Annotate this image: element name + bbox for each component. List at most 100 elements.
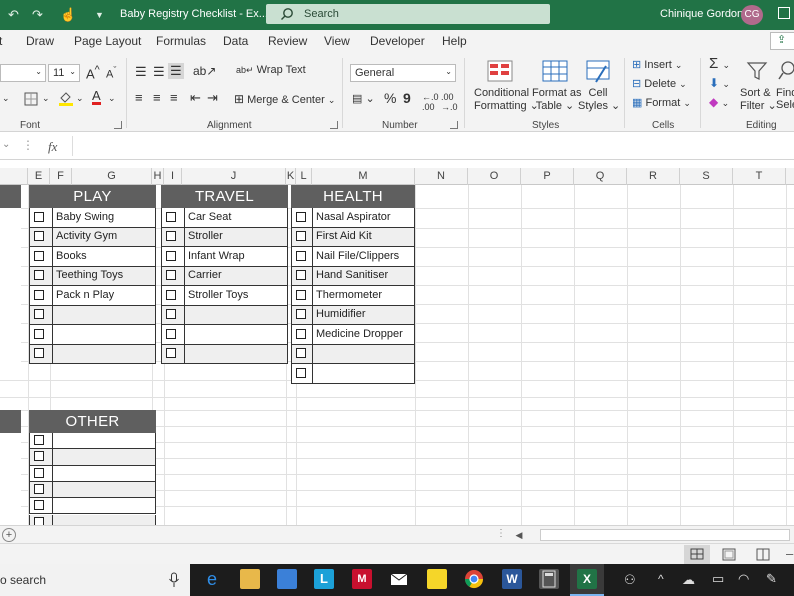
touch-mode-icon[interactable]: ☝ [60, 7, 76, 23]
insert-cells-button[interactable]: ⊞ Insert ⌄ [632, 58, 682, 71]
checkbox[interactable] [166, 211, 176, 222]
checklist-row[interactable]: First Aid Kit [291, 227, 415, 247]
checkbox[interactable] [34, 500, 44, 511]
checkbox[interactable] [34, 467, 44, 478]
column-header-l[interactable]: L [296, 168, 312, 185]
page-break-preview-icon[interactable] [756, 548, 770, 561]
checklist-row[interactable]: Pack n Play [29, 286, 156, 306]
percent-style-icon[interactable]: % [384, 90, 396, 106]
more-options-icon[interactable]: ⋮ [22, 138, 34, 152]
tab-split-handle[interactable]: ⋮ [496, 528, 506, 542]
tab-draw[interactable]: Draw [26, 34, 54, 48]
column-header-n[interactable]: N [415, 168, 468, 185]
underline-dropdown-icon[interactable]: ⌄ [2, 93, 10, 104]
redo-icon[interactable]: ↷ [32, 7, 43, 23]
zoom-out-icon[interactable]: – [786, 546, 793, 561]
chrome-icon[interactable] [464, 569, 484, 589]
column-header-p[interactable]: P [521, 168, 574, 185]
conditional-formatting-button[interactable]: Conditional Formatting ⌄ [474, 87, 539, 112]
font-size-select[interactable]: 11 ⌄ [48, 64, 80, 82]
increase-indent-icon[interactable]: ⇥ [207, 90, 218, 106]
middle-align-icon[interactable]: ☰ [153, 64, 165, 80]
scroll-left-icon[interactable]: ◀ [512, 528, 526, 542]
checkbox[interactable] [296, 328, 306, 339]
checklist-row[interactable]: Teething Toys [29, 266, 156, 286]
edge-icon[interactable]: e [202, 569, 222, 589]
checkbox[interactable] [296, 211, 306, 222]
checklist-row[interactable] [29, 449, 156, 466]
align-center-icon[interactable]: ≡ [153, 90, 161, 105]
top-align-icon[interactable]: ☰ [135, 64, 147, 80]
checkbox[interactable] [34, 289, 44, 300]
checklist-row[interactable] [29, 305, 156, 325]
tab-review[interactable]: Review [268, 34, 307, 48]
borders-dropdown-icon[interactable]: ⌄ [42, 93, 50, 104]
checkbox[interactable] [166, 231, 176, 242]
checklist-row[interactable] [29, 481, 156, 499]
checklist-row[interactable]: Humidifier [291, 305, 415, 325]
battery-icon[interactable]: ▭ [712, 571, 724, 587]
checklist-row[interactable] [291, 364, 415, 384]
l-app-icon[interactable]: L [314, 569, 334, 589]
microphone-icon[interactable] [168, 572, 180, 588]
add-sheet-icon[interactable]: + [2, 528, 16, 542]
user-name[interactable]: Chinique Gordon [660, 8, 743, 20]
horizontal-scrollbar[interactable] [540, 529, 790, 541]
number-dialog-launcher[interactable] [450, 121, 458, 129]
checkbox[interactable] [296, 289, 306, 300]
column-header-q[interactable]: Q [574, 168, 627, 185]
checklist-row[interactable] [161, 344, 288, 364]
number-format-select[interactable]: General ⌄ [350, 64, 456, 82]
checklist-row[interactable] [291, 344, 415, 364]
checkbox[interactable] [34, 328, 44, 339]
column-header-f[interactable]: F [50, 168, 72, 185]
merge-center-button[interactable]: ⊞ Merge & Center ⌄ [234, 92, 335, 106]
checklist-row[interactable] [29, 344, 156, 364]
checklist-row[interactable]: Infant Wrap [161, 247, 288, 267]
checklist-row[interactable] [29, 465, 156, 482]
checklist-row[interactable] [29, 325, 156, 345]
font-color-dropdown-icon[interactable]: ⌄ [108, 93, 116, 104]
insert-function-icon[interactable]: fx [48, 139, 57, 155]
checkbox[interactable] [34, 451, 44, 462]
column-header-i[interactable]: I [164, 168, 182, 185]
checklist-row[interactable]: Nasal Aspirator [291, 208, 415, 228]
tab-developer[interactable]: Developer [370, 34, 425, 48]
column-header-e[interactable]: E [28, 168, 50, 185]
formula-input[interactable] [72, 136, 792, 156]
column-header-g[interactable]: G [72, 168, 152, 185]
checkbox[interactable] [34, 231, 44, 242]
bottom-align-icon[interactable]: ☰ [168, 63, 184, 79]
normal-view-button[interactable] [684, 545, 710, 564]
checklist-row[interactable]: Medicine Dropper [291, 325, 415, 345]
checkbox[interactable] [34, 211, 44, 222]
tab-data[interactable]: Data [223, 34, 248, 48]
excel-taskbar-button[interactable]: X [570, 564, 604, 596]
people-icon[interactable]: ⚇ [624, 572, 636, 588]
cell-styles-button[interactable]: Cell Styles ⌄ [578, 87, 620, 112]
sort-filter-button[interactable]: Sort & Filter ⌄ [740, 87, 777, 112]
mail-icon[interactable] [389, 569, 409, 589]
tab-insert-partial[interactable]: t [0, 34, 2, 48]
checklist-row[interactable] [29, 514, 156, 525]
increase-decimal-icon[interactable]: ←.0.00 [422, 92, 439, 112]
checkbox[interactable] [34, 309, 44, 320]
checkbox[interactable] [34, 435, 44, 446]
column-header-r[interactable]: R [627, 168, 680, 185]
column-header-o[interactable]: O [468, 168, 521, 185]
comma-style-icon[interactable]: 9 [403, 90, 411, 106]
checkbox[interactable] [296, 231, 306, 242]
fill-color-dropdown-icon[interactable]: ⌄ [76, 93, 84, 104]
ribbon-display-options-icon[interactable] [778, 7, 790, 19]
search-box[interactable]: Search [266, 4, 550, 24]
find-select-button[interactable]: FindSelec [776, 87, 794, 111]
column-header-h[interactable]: H [152, 168, 164, 185]
orientation-icon[interactable]: ab↗ [193, 64, 216, 78]
accounting-format-icon[interactable]: ▤ ⌄ [352, 92, 375, 105]
checkbox[interactable] [166, 289, 176, 300]
wrap-text-button[interactable]: ab↵ Wrap Text [236, 64, 306, 76]
format-cells-button[interactable]: ▦ Format ⌄ [632, 96, 691, 109]
sticky-notes-icon[interactable] [427, 569, 447, 589]
checkbox[interactable] [166, 328, 176, 339]
checkbox[interactable] [34, 348, 44, 359]
